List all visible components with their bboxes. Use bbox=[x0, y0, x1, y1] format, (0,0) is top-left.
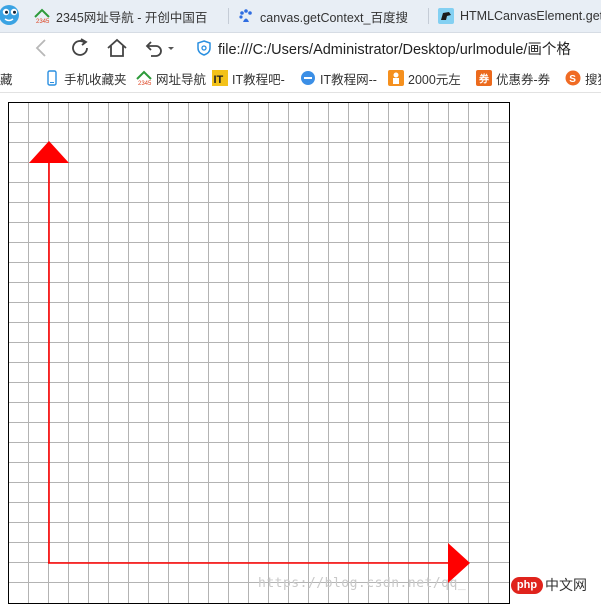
csdn-watermark: https://blog.csdn.net/qq_ bbox=[258, 576, 467, 591]
undo-icon[interactable] bbox=[142, 36, 166, 60]
svg-text:2345: 2345 bbox=[138, 81, 152, 86]
bookmark-it-jiaocheng-wang[interactable]: IT教程网-- bbox=[300, 69, 377, 87]
back-arrow-icon[interactable] bbox=[30, 36, 54, 60]
php-cn-logo: php 中文网 bbox=[511, 575, 587, 595]
blue-circle-icon bbox=[301, 71, 315, 85]
svg-text:S: S bbox=[569, 74, 576, 85]
phone-icon bbox=[47, 70, 57, 86]
bookmark-label: 优惠券-券 bbox=[496, 72, 551, 87]
bookmark-coupon[interactable]: 券 优惠券-券 bbox=[476, 69, 550, 87]
bookmark-2000-yuan[interactable]: 2000元左 bbox=[388, 69, 461, 87]
canvas-border bbox=[8, 102, 510, 604]
tab-divider bbox=[428, 8, 429, 24]
security-shield-icon bbox=[197, 40, 211, 56]
home-icon[interactable] bbox=[105, 36, 129, 60]
tab-strip: 2345 2345网址导航 - 开创中国百 canvas.getContext_… bbox=[0, 0, 601, 33]
address-bar[interactable]: file:///C:/Users/Administrator/Desktop/u… bbox=[196, 35, 601, 61]
bookmark-label: 藏 bbox=[0, 72, 13, 87]
tab-2345[interactable]: 2345 2345网址导航 - 开创中国百 bbox=[26, 2, 226, 30]
chevron-down-icon[interactable] bbox=[165, 36, 177, 60]
mdn-dino-icon bbox=[438, 8, 454, 24]
tab-title: HTMLCanvasElement.getC bbox=[460, 9, 601, 23]
it-logo-icon: IT bbox=[212, 70, 228, 86]
page-content: https://blog.csdn.net/qq_ php 中文网 bbox=[0, 93, 601, 608]
navigation-bar: file:///C:/Users/Administrator/Desktop/u… bbox=[0, 33, 601, 63]
bookmark-label: 搜狗 bbox=[585, 72, 601, 87]
baidu-paw-icon bbox=[239, 9, 252, 22]
tab-title: 2345网址导航 - 开创中国百 bbox=[56, 10, 208, 25]
svg-text:IT: IT bbox=[214, 74, 224, 86]
bookmark-label: 手机收藏夹 bbox=[64, 72, 127, 87]
bookmark-phone-favorites[interactable]: 手机收藏夹 bbox=[44, 69, 127, 87]
bookmark-label: IT教程网-- bbox=[320, 72, 377, 87]
php-logo-text: 中文网 bbox=[545, 578, 587, 594]
bookmark-label: 2000元左 bbox=[408, 72, 461, 87]
url-text: file:///C:/Users/Administrator/Desktop/u… bbox=[218, 41, 571, 58]
2345-logo-icon: 2345 bbox=[136, 70, 152, 86]
tab-divider bbox=[228, 8, 229, 24]
php-badge: php bbox=[511, 576, 543, 594]
bookmark-sogou[interactable]: S 搜狗 bbox=[565, 69, 601, 87]
refresh-icon[interactable] bbox=[68, 36, 92, 60]
bookmarks-bar: 藏 手机收藏夹 2345 网址导航 IT IT教程吧- IT教程网-- 2000… bbox=[0, 64, 601, 93]
grid-lines bbox=[9, 103, 509, 603]
tab-mdn[interactable]: HTMLCanvasElement.getC bbox=[430, 2, 601, 30]
tab-baidu-search[interactable]: canvas.getContext_百度搜 bbox=[230, 2, 426, 30]
bookmark-label: IT教程吧- bbox=[232, 72, 285, 87]
svg-text:2345: 2345 bbox=[36, 19, 50, 24]
coupon-icon: 券 bbox=[476, 70, 492, 86]
sogou-icon: S bbox=[565, 70, 581, 86]
bookmark-label: 网址导航 bbox=[156, 72, 207, 87]
bookmark-favorites[interactable]: 藏 bbox=[0, 69, 13, 87]
y-axis-arrowhead-icon bbox=[29, 141, 69, 163]
browser-logo-icon[interactable] bbox=[0, 0, 22, 30]
bookmark-it-jiaocheng-ba[interactable]: IT IT教程吧- bbox=[212, 69, 285, 87]
grid-canvas[interactable] bbox=[0, 93, 520, 608]
bookmark-2345-nav[interactable]: 2345 网址导航 bbox=[136, 69, 206, 87]
tab-title: canvas.getContext_百度搜 bbox=[260, 10, 408, 25]
orange-man-icon bbox=[388, 70, 404, 86]
svg-text:券: 券 bbox=[478, 73, 490, 86]
2345-logo-icon: 2345 bbox=[34, 8, 50, 24]
